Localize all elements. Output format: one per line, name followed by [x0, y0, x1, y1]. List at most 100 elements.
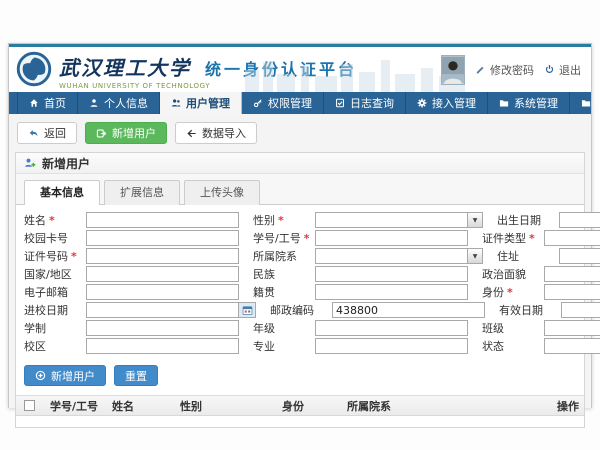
address-input[interactable] — [560, 249, 600, 263]
platform-title: 统一身份认证平台 — [205, 56, 357, 80]
campus-card-no-input[interactable] — [87, 231, 238, 245]
id-number-input[interactable] — [87, 249, 238, 263]
form-row: 姓名*性别*▼出生日期 — [24, 212, 580, 228]
entry-date-fieldwrap — [86, 302, 256, 318]
folder-icon — [499, 98, 509, 108]
form-field-political-status: 政治面貌 — [482, 266, 600, 282]
id-type-fieldwrap — [544, 230, 600, 246]
postal-code-input[interactable] — [333, 303, 484, 317]
entry-date-input[interactable] — [87, 303, 238, 317]
form-buttons: 新增用户 重置 — [16, 360, 584, 395]
home-icon — [29, 98, 39, 108]
field-label-campus: 校区 — [24, 338, 86, 354]
field-label-postal-code: 邮政编码 — [270, 302, 332, 318]
name-input[interactable] — [87, 213, 238, 227]
study-length-input[interactable] — [87, 321, 238, 335]
form-field-campus: 校区 — [24, 338, 253, 354]
user-table: 学号/工号姓名性别身份所属院系操作 — [16, 395, 584, 427]
native-place-fieldwrap — [315, 284, 468, 300]
field-label-major: 专业 — [253, 338, 315, 354]
add-user-button[interactable]: 新增用户 — [85, 122, 167, 144]
dropdown-arrow-icon[interactable]: ▼ — [467, 249, 482, 263]
gender-input[interactable] — [316, 213, 467, 227]
class-fieldwrap — [544, 320, 600, 336]
field-label-department: 所属院系 — [253, 248, 315, 264]
birth-date-input[interactable] — [560, 213, 600, 227]
form-field-id-type: 证件类型* — [482, 230, 600, 246]
nav-item-home[interactable]: 首页 — [17, 92, 78, 114]
nav-item-access-mgmt[interactable]: 接入管理 — [406, 92, 488, 114]
department-input[interactable] — [316, 249, 467, 263]
user-form: 姓名*性别*▼出生日期校园卡号学号/工号*证件类型*证件号码*所属院系▼住址国家… — [16, 205, 584, 360]
toolbar: 返回 新增用户 数据导入 — [17, 122, 585, 144]
university-logo — [16, 51, 52, 87]
id-type-input[interactable] — [545, 231, 600, 245]
submit-add-user-button[interactable]: 新增用户 — [24, 365, 106, 386]
form-row: 电子邮箱籍贯身份* — [24, 284, 580, 300]
nav-item-label: 个人信息 — [104, 95, 148, 111]
grade-input[interactable] — [316, 321, 467, 335]
email-input[interactable] — [87, 285, 238, 299]
form-field-department: 所属院系 ▼ — [253, 248, 497, 264]
status-input[interactable] — [545, 339, 600, 353]
nav-item-permission-mgmt[interactable]: 权限管理 — [242, 92, 324, 114]
logout-link[interactable]: 退出 — [544, 62, 581, 78]
dropdown-arrow-icon[interactable]: ▼ — [467, 213, 482, 227]
campus-input[interactable] — [87, 339, 238, 353]
folder-icon — [581, 98, 591, 108]
back-button[interactable]: 返回 — [17, 122, 77, 144]
student-id-input[interactable] — [316, 231, 467, 245]
data-import-button[interactable]: 数据导入 — [175, 122, 257, 144]
ethnicity-input[interactable] — [316, 267, 467, 281]
country-region-fieldwrap — [86, 266, 239, 282]
country-region-input[interactable] — [87, 267, 238, 281]
political-status-input[interactable] — [545, 267, 600, 281]
form-field-email: 电子邮箱 — [24, 284, 253, 300]
gear-icon — [417, 98, 427, 108]
form-row: 进校日期邮政编码有效日期 — [24, 302, 580, 318]
form-field-valid-date: 有效日期 — [499, 302, 600, 318]
tab-basic-info[interactable]: 基本信息 — [24, 180, 100, 205]
student-id-fieldwrap — [315, 230, 468, 246]
ethnicity-fieldwrap — [315, 266, 468, 282]
grade-fieldwrap — [315, 320, 468, 336]
desktop-background: 武汉理工大学 统一身份认证平台 WUHAN UNIVERSITY OF TECH… — [0, 0, 600, 450]
field-label-country-region: 国家/地区 — [24, 266, 86, 282]
column-header-gender: 性别 — [172, 398, 274, 414]
nav-item-profile[interactable]: 个人信息 — [78, 92, 160, 114]
identity-input[interactable] — [545, 285, 600, 299]
nav-item-system-mgmt[interactable]: 系统管理 — [488, 92, 570, 114]
required-asterisk: * — [304, 232, 310, 245]
valid-date-input[interactable] — [562, 303, 600, 317]
university-name-en: WUHAN UNIVERSITY OF TECHNOLOGY — [59, 82, 357, 90]
id-number-fieldwrap — [86, 248, 239, 264]
nav-item-log-query[interactable]: 日志查询 — [324, 92, 406, 114]
nav-item-label: 权限管理 — [268, 95, 312, 111]
column-header-identity: 身份 — [274, 398, 339, 414]
form-field-native-place: 籍贯 — [253, 284, 482, 300]
required-asterisk: * — [278, 214, 284, 227]
change-password-link[interactable]: 修改密码 — [475, 62, 534, 78]
nav-item-user-mgmt[interactable]: 用户管理 — [160, 92, 242, 114]
major-input[interactable] — [316, 339, 467, 353]
header-user-area: 修改密码 退出 — [441, 47, 581, 92]
tab-extended-info[interactable]: 扩展信息 — [104, 180, 180, 205]
class-input[interactable] — [545, 321, 600, 335]
tab-upload-avatar[interactable]: 上传头像 — [184, 180, 260, 205]
reset-button[interactable]: 重置 — [114, 365, 158, 386]
valid-date-fieldwrap — [561, 302, 600, 318]
native-place-input[interactable] — [316, 285, 467, 299]
postal-code-fieldwrap — [332, 302, 485, 318]
email-fieldwrap — [86, 284, 239, 300]
field-label-ethnicity: 民族 — [253, 266, 315, 282]
user-avatar — [441, 55, 465, 85]
nav-item-subscription-mgmt[interactable]: 订阅管理 — [570, 92, 600, 114]
select-all-cell — [16, 400, 42, 411]
title-block: 武汉理工大学 统一身份认证平台 WUHAN UNIVERSITY OF TECH… — [59, 52, 357, 90]
select-all-checkbox[interactable] — [24, 400, 35, 411]
field-label-study-length: 学制 — [24, 320, 86, 336]
field-label-student-id: 学号/工号* — [253, 230, 315, 246]
calendar-icon[interactable] — [238, 303, 255, 317]
form-field-student-id: 学号/工号* — [253, 230, 482, 246]
add-user-section-icon — [24, 157, 36, 169]
